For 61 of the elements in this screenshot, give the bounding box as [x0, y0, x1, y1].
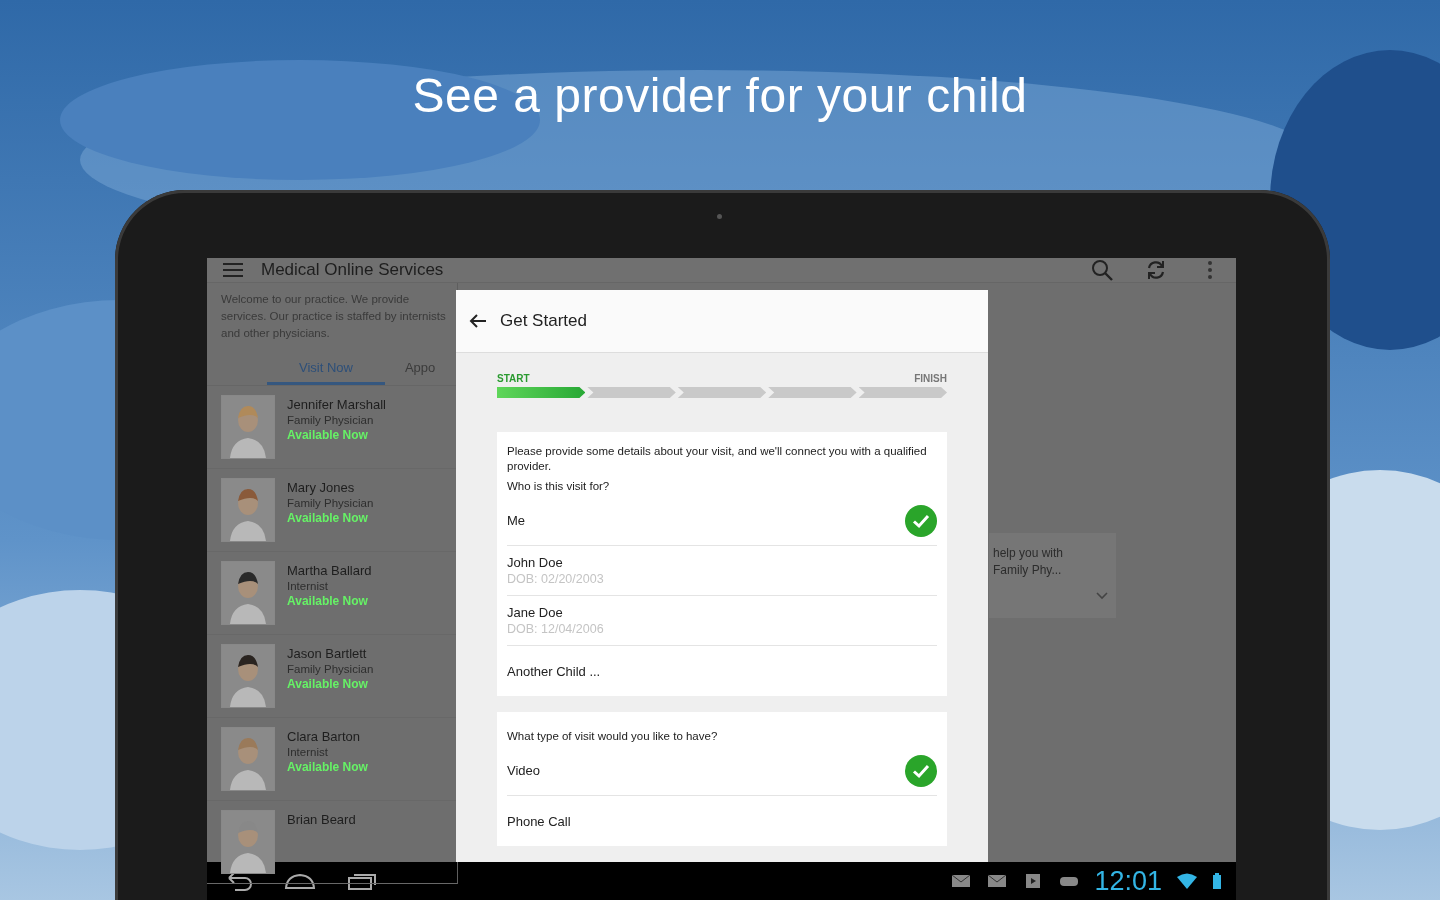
progress-start-label: START: [497, 373, 530, 384]
availability-status: Available Now: [287, 428, 369, 442]
card-text: Family Phy...: [993, 562, 1063, 579]
person-figure-icon: [221, 727, 275, 791]
option-label: Another Child ...: [507, 663, 601, 679]
option-row[interactable]: Another Child ...: [507, 646, 937, 696]
search-icon[interactable]: [1090, 258, 1114, 282]
headline: See a provider for your child: [412, 68, 1028, 123]
person-figure-icon: [221, 644, 275, 708]
option-label: Phone Call: [507, 813, 571, 829]
option-label: John Doe: [507, 555, 564, 570]
availability-status: Available Now: [287, 594, 369, 608]
check-icon: [905, 504, 937, 537]
card-text: help you with: [993, 545, 1065, 562]
availability-status: Available Now: [287, 677, 369, 691]
camera-dot: [717, 214, 722, 219]
provider-row[interactable]: Martha Ballard Internist Available Now: [207, 552, 457, 635]
option-row[interactable]: Me: [507, 496, 937, 546]
option-label: Me: [507, 513, 526, 528]
option-label: Jane Doe: [507, 605, 564, 620]
dialog-title: Get Started: [500, 311, 587, 331]
option-row[interactable]: Jane Doe DOB: 12/04/2006: [507, 596, 937, 646]
battery-icon: [1212, 872, 1222, 890]
person-figure-icon: [221, 395, 275, 459]
provider-specialty: Internist: [287, 746, 329, 758]
date-of-birth: DOB: 02/20/2003: [507, 572, 604, 586]
provider-row[interactable]: Jason Bartlett Family Physician Available Now: [207, 635, 457, 718]
option-row[interactable]: Video: [507, 746, 937, 796]
provider-name: Brian Beard: [287, 812, 356, 827]
availability-status: Available Now: [287, 511, 369, 525]
provider-specialty: Family Physician: [287, 414, 375, 426]
chevron-down-icon[interactable]: [1096, 592, 1108, 600]
wifi-icon: [1176, 872, 1198, 890]
provider-row[interactable]: Clara Barton Internist Available Now: [207, 718, 457, 801]
option-label: Video: [507, 763, 540, 778]
provider-name: Martha Ballard: [287, 563, 372, 578]
progress-finish-label: FINISH: [914, 373, 947, 384]
option-row[interactable]: John Doe DOB: 02/20/2003: [507, 546, 937, 596]
question-text: Who is this visit for?: [507, 480, 611, 492]
availability-status: Available Now: [287, 760, 368, 774]
question-text: What type of visit would you like to have?: [507, 730, 719, 742]
provider-name: Jason Bartlett: [287, 646, 368, 661]
provider-name: Mary Jones: [287, 480, 356, 495]
provider-specialty: Family Physician: [287, 663, 374, 675]
intro-text: Please provide some details about your visit, and we'll connect you with a qualified provider.: [507, 444, 928, 474]
provider-name: Jennifer Marshall: [287, 397, 386, 412]
mail-icon: [986, 872, 1009, 890]
person-figure-icon: [221, 810, 275, 874]
provider-specialty: Family Physician: [287, 497, 374, 509]
check-icon: [905, 754, 937, 787]
clock: 12:01: [1094, 865, 1162, 897]
option-row[interactable]: Phone Call: [507, 796, 937, 846]
mail-icon: [950, 872, 973, 890]
provider-row[interactable]: Jennifer Marshall Family Physician Available Now: [207, 386, 457, 469]
provider-row[interactable]: Mary Jones Family Physician Available Now: [207, 469, 457, 552]
date-of-birth: DOB: 12/04/2006: [507, 622, 604, 636]
provider-name: Clara Barton: [287, 729, 361, 744]
person-figure-icon: [221, 478, 275, 542]
app-title: Medical Online Services: [261, 260, 445, 280]
provider-specialty: Internist: [287, 580, 329, 592]
person-figure-icon: [221, 561, 275, 625]
